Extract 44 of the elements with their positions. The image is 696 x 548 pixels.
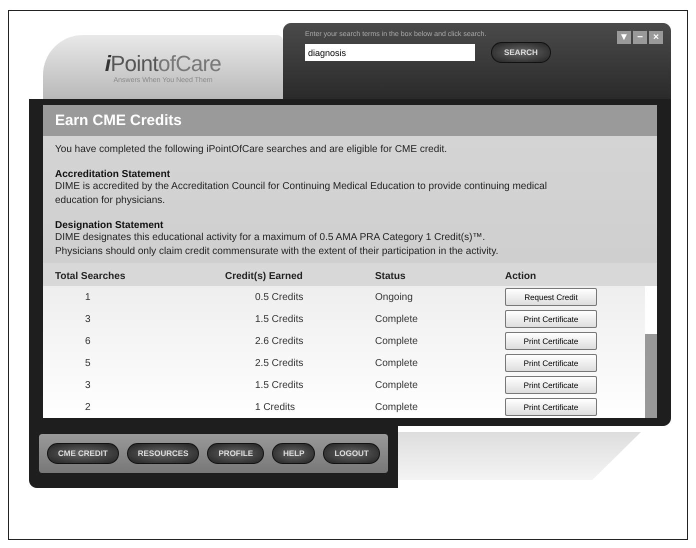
table-cell-text: 2.5 Credits: [254, 358, 304, 368]
table-cell-text: 3: [84, 314, 92, 324]
column-header: Action: [505, 271, 538, 282]
search-field[interactable]: diagnosis: [305, 44, 475, 61]
section-heading: Designation Statement: [55, 220, 164, 231]
section-text: DIME designates this educational activity for a maximum of 0.5 AMA PRA Category 1 Credit(s)™.: [55, 231, 486, 245]
table-cell-text: Complete: [375, 402, 419, 412]
table-cell-text: 2: [84, 402, 92, 412]
action-button[interactable]: Print Certificate: [505, 332, 597, 350]
nav-button[interactable]: LOGOUT: [323, 443, 380, 464]
action-button[interactable]: Print Certificate: [505, 310, 597, 328]
table-cell-text: 5: [84, 358, 92, 368]
action-button[interactable]: Print Certificate: [505, 376, 597, 394]
table-cell-text: 1.5 Credits: [254, 380, 304, 390]
nav-button[interactable]: HELP: [272, 443, 316, 464]
table-cell-text: 1 Credits: [254, 402, 296, 412]
section-text: DIME is accredited by the Accreditation Council for Continuing Medical Education to provide continuing medical education for physicians.: [55, 180, 548, 208]
table-cell-text: 0.5 Credits: [254, 292, 304, 302]
table-cell-text: 2.6 Credits: [254, 336, 304, 346]
scrollbar[interactable]: [645, 286, 657, 418]
search-button[interactable]: SEARCH: [491, 42, 551, 63]
nav-button[interactable]: RESOURCES: [126, 443, 200, 464]
table-cell-text: 1.5 Credits: [254, 314, 304, 324]
action-button[interactable]: Request Credit: [505, 288, 597, 306]
panel-title: Earn CME Credits: [43, 105, 657, 136]
column-header: Status: [375, 271, 407, 282]
nav-button[interactable]: PROFILE: [207, 443, 264, 464]
table-cell-text: Complete: [375, 314, 419, 324]
section-text: Physicians should only claim credit commensurate with the extent of their participation in the activity.: [55, 245, 500, 259]
table-cell-text: Complete: [375, 336, 419, 346]
action-button[interactable]: Print Certificate: [505, 398, 597, 416]
action-button[interactable]: Print Certificate: [505, 354, 597, 372]
section-heading: Accreditation Statement: [55, 169, 172, 180]
table-cell-text: 3: [84, 380, 92, 390]
column-header: Total Searches: [55, 271, 126, 282]
nav-button[interactable]: CME CREDIT: [47, 443, 119, 464]
table-cell-text: Complete: [375, 358, 419, 368]
logo-name: iPointofCare: [104, 50, 222, 76]
table-cell-text: Ongoing: [375, 292, 414, 302]
table-cell-text: Complete: [375, 380, 419, 390]
column-header: Credit(s) Earned: [225, 271, 304, 282]
intro-text: You have completed the following iPointOfCare searches and are eligible for CME credit.: [55, 143, 448, 157]
table-cell-text: 6: [84, 336, 92, 346]
table-cell-text: 1: [84, 292, 92, 302]
